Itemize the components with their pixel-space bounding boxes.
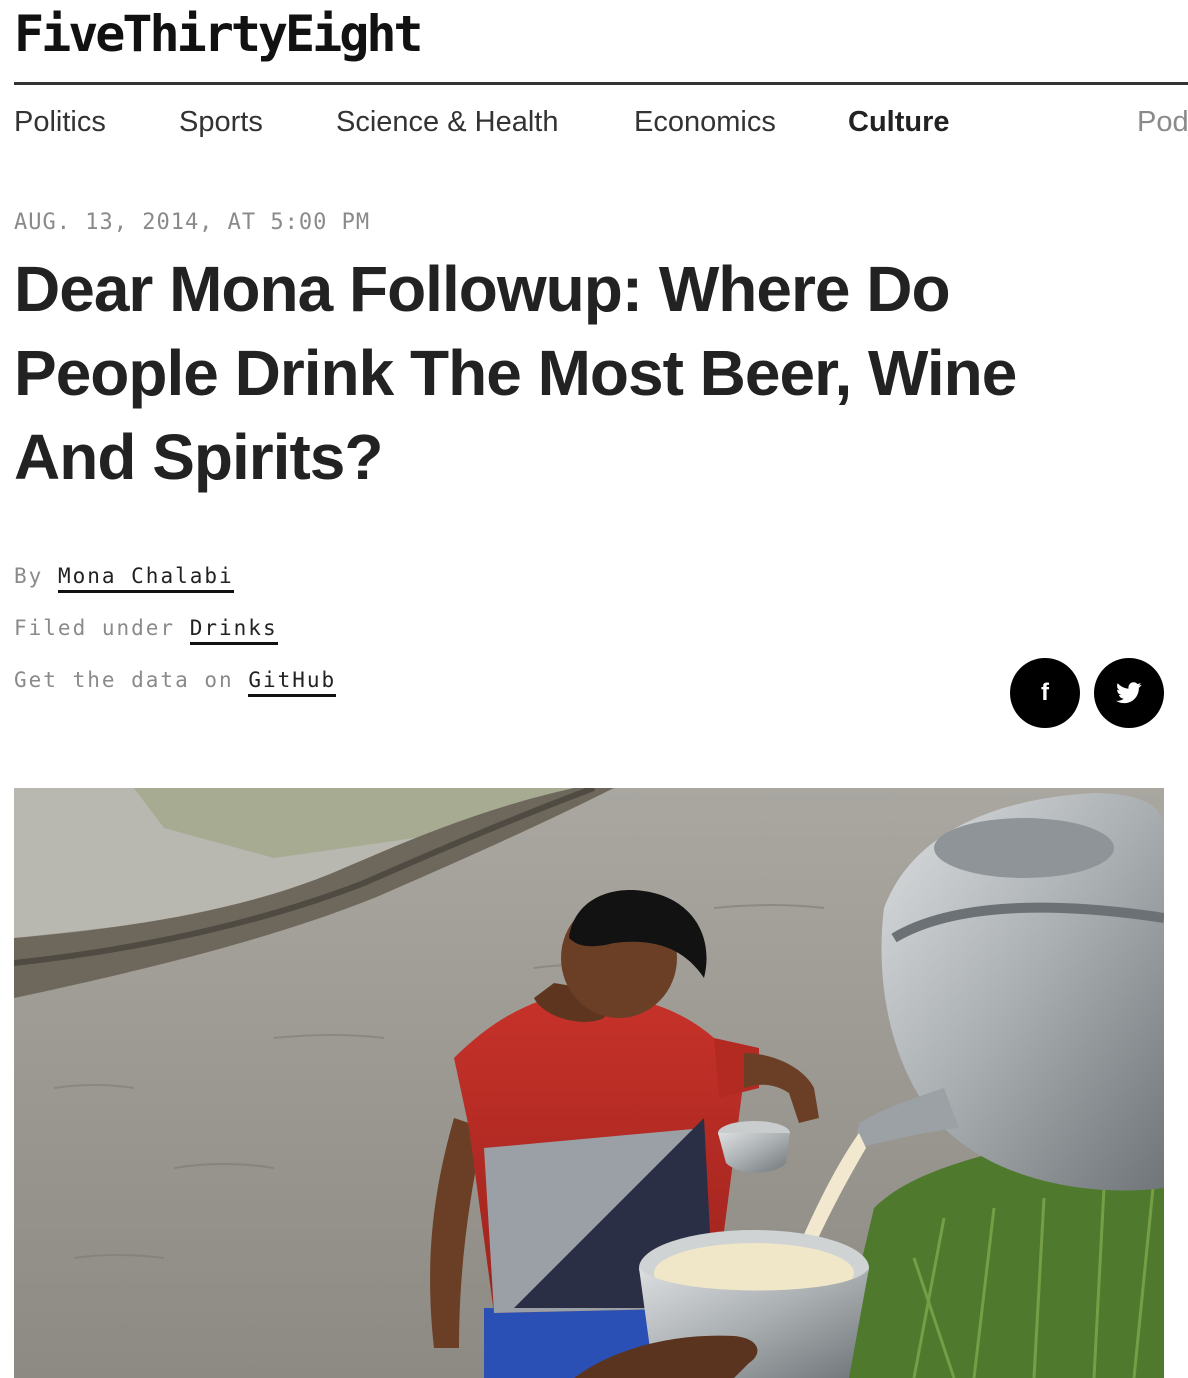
article-hero-image xyxy=(14,788,1164,1378)
twitter-icon xyxy=(1116,682,1142,704)
nav-item-economics[interactable]: Economics xyxy=(634,102,776,142)
github-link[interactable]: GitHub xyxy=(248,668,337,697)
data-source: Get the data on GitHub xyxy=(14,668,337,697)
article-title: Dear Mona Followup: Where Do People Drin… xyxy=(14,253,1017,493)
nav-item-science-health[interactable]: Science & Health xyxy=(336,102,558,142)
filed-prefix: Filed under xyxy=(14,616,176,640)
data-prefix: Get the data on xyxy=(14,668,234,692)
nav-item-politics[interactable]: Politics xyxy=(14,102,106,142)
filed-under: Filed under Drinks xyxy=(14,616,278,645)
nav-item-podcasts[interactable]: Pod xyxy=(1137,102,1188,142)
header-rule xyxy=(14,82,1188,85)
site-logo[interactable]: FiveThirtyEight xyxy=(14,4,424,64)
author-link[interactable]: Mona Chalabi xyxy=(57,564,234,593)
nav-item-culture[interactable]: Culture xyxy=(848,102,950,142)
nav-item-sports[interactable]: Sports xyxy=(179,102,263,142)
article-date: AUG. 13, 2014, AT 5:00 PM xyxy=(14,210,371,235)
main-nav: Politics Sports Science & Health Economi… xyxy=(14,102,1188,142)
hero-photo-illustration xyxy=(14,788,1164,1378)
byline-prefix: By xyxy=(14,564,44,588)
facebook-icon: f xyxy=(1041,679,1049,706)
topic-link[interactable]: Drinks xyxy=(189,616,278,645)
twitter-share-button[interactable] xyxy=(1094,658,1164,728)
byline: By Mona Chalabi xyxy=(14,564,234,593)
facebook-share-button[interactable]: f xyxy=(1010,658,1080,728)
